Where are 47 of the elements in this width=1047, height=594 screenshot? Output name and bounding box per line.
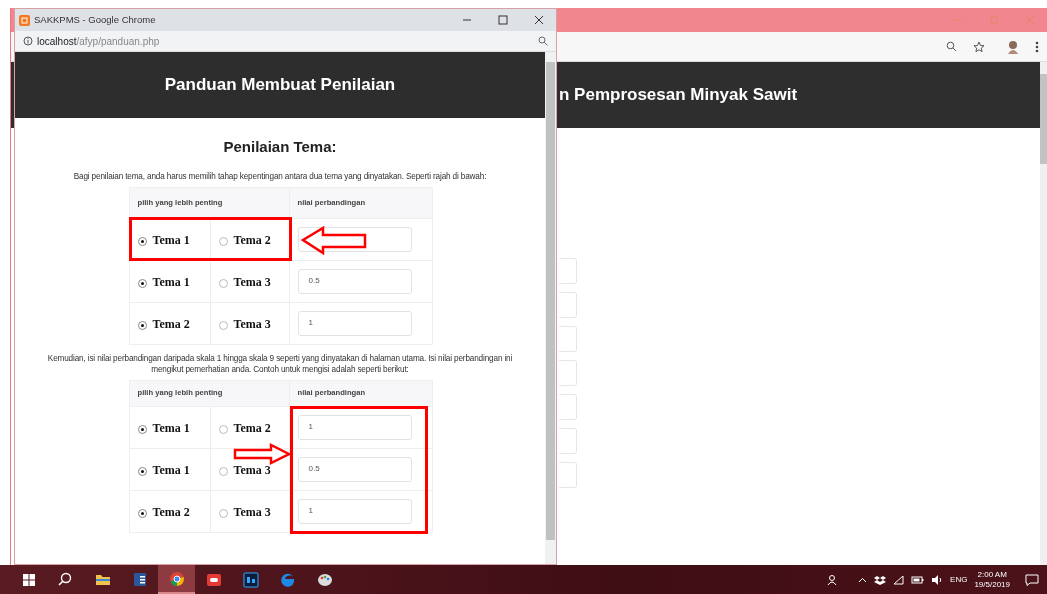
input-field[interactable] (559, 394, 577, 420)
wifi-icon[interactable] (893, 574, 905, 585)
search-icon[interactable] (57, 571, 74, 588)
menu-icon[interactable] (1035, 40, 1039, 53)
image-editor-icon[interactable] (242, 571, 259, 588)
zoom-icon[interactable] (538, 36, 548, 46)
clock-date[interactable]: 19/5/2019 (974, 579, 1010, 590)
battery-icon[interactable] (911, 575, 925, 584)
close-icon[interactable] (534, 15, 544, 25)
notification-icon[interactable] (1025, 573, 1039, 586)
scrollbar[interactable] (545, 52, 556, 564)
input-field[interactable]: 1 (297, 414, 412, 440)
input-field[interactable]: 0.5 (297, 456, 412, 482)
input-field[interactable] (559, 428, 577, 454)
maximize-icon[interactable] (498, 15, 508, 25)
section-title: Penilaian Tema: (222, 137, 338, 157)
avatar-icon[interactable] (1007, 39, 1019, 54)
cloud-sync-icon[interactable] (874, 574, 887, 585)
input-field[interactable]: 1 (297, 498, 412, 524)
clock-time[interactable]: 2:00 AM (974, 569, 1010, 580)
url-field[interactable]: localhost/afyp/panduan.php (37, 33, 160, 49)
info-icon[interactable] (23, 36, 33, 46)
palette-icon[interactable] (316, 571, 333, 588)
input-field[interactable]: 1 (297, 310, 412, 336)
document-icon[interactable] (131, 571, 148, 588)
window-title: SAKKPMS - Google Chrome (34, 12, 156, 27)
instruction-text: Bagi penilaian tema, anda harus memilih tahap kepentingan antara dua tema yang dinyatakan. Seperti rajah di bawah: (72, 170, 488, 182)
scrollbar[interactable] (1040, 62, 1047, 565)
input-field[interactable] (559, 258, 577, 284)
star-icon[interactable] (973, 40, 985, 53)
input-field[interactable]: 0.5 (297, 268, 412, 294)
instruction-text: Kemudian, isi nilai perbandingan daripada skala 1 hingga skala 9 seperti yang dinyatakan di halaman utama. Isi nilai perbandingan ini mengikut pemerhatian anda. Contoh untuk mengisi adalah seperti berikut: (46, 352, 514, 375)
search-icon[interactable] (946, 41, 957, 52)
app-icon (19, 14, 30, 26)
input-field[interactable] (559, 360, 577, 386)
page-heading: n Pemprosesan Minyak Sawit (559, 84, 798, 107)
page-heading: Panduan Membuat Penilaian (164, 74, 396, 97)
language-indicator[interactable]: ENG (950, 573, 968, 586)
app-icon[interactable] (205, 571, 222, 588)
browser-icon[interactable] (279, 571, 296, 588)
input-field[interactable] (559, 326, 577, 352)
chevron-icon[interactable] (858, 576, 868, 583)
start-icon[interactable] (22, 573, 35, 586)
browser-icon[interactable] (168, 570, 185, 587)
input-field[interactable] (559, 462, 577, 488)
volume-icon[interactable] (931, 574, 944, 585)
input-field[interactable] (559, 292, 577, 318)
